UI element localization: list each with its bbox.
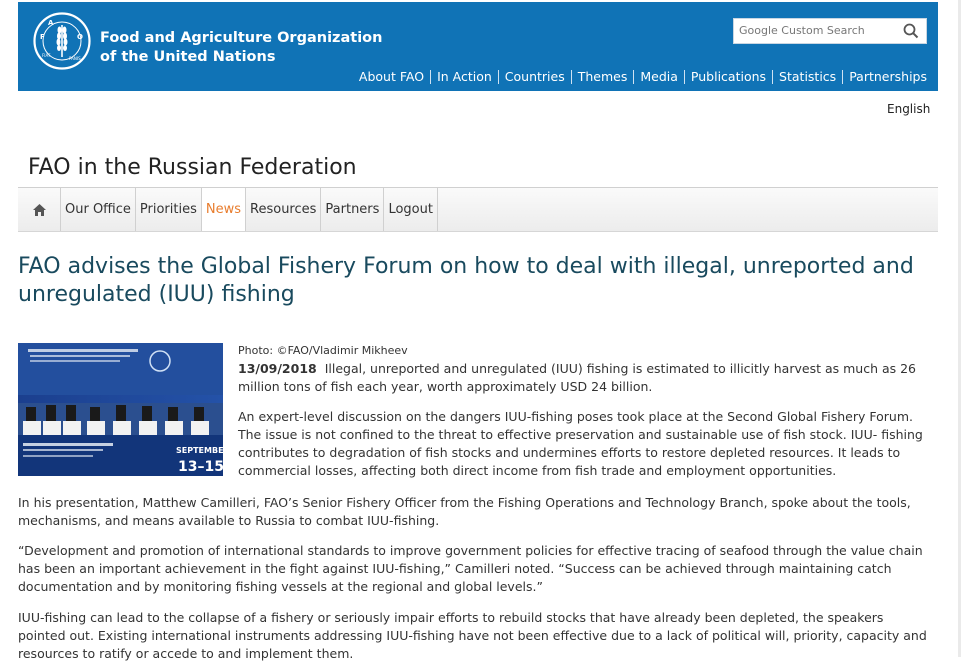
nav-countries[interactable]: Countries xyxy=(497,70,571,84)
article-paragraph-4: “Development and promotion of internatio… xyxy=(18,543,923,594)
svg-text:FIAT: FIAT xyxy=(42,53,51,58)
article-paragraph-1: 13/09/2018 Illegal, unreported and unregu… xyxy=(238,360,928,396)
svg-text:F: F xyxy=(40,33,45,41)
svg-text:O: O xyxy=(77,33,83,41)
search-box xyxy=(733,18,927,44)
fao-logo-icon[interactable]: F A O FIAT PANIS xyxy=(33,12,91,70)
org-name-line1: Food and Agriculture Organization xyxy=(100,30,383,46)
subnav-our-office[interactable]: Our Office xyxy=(61,188,136,231)
language-selector[interactable]: English xyxy=(887,102,930,116)
article-paragraph-3: In his presentation, Matthew Camilleri, … xyxy=(18,495,911,528)
search-input[interactable] xyxy=(734,19,899,43)
home-button[interactable] xyxy=(18,188,61,231)
svg-text:A: A xyxy=(48,19,54,27)
nav-partnerships[interactable]: Partnerships xyxy=(842,70,927,84)
organization-name[interactable]: Food and Agriculture Organization of the… xyxy=(100,29,382,67)
search-icon[interactable] xyxy=(902,22,920,40)
svg-text:SEPTEMBER: SEPTEMBER xyxy=(176,446,223,455)
nav-media[interactable]: Media xyxy=(633,70,684,84)
nav-in-action[interactable]: In Action xyxy=(430,70,498,84)
top-navigation: About FAO In Action Countries Themes Med… xyxy=(353,70,927,84)
subnav-news[interactable]: News xyxy=(201,188,247,231)
org-name-line2: of the United Nations xyxy=(100,49,276,65)
paragraph-1-text: Illegal, unreported and unregulated (IUU… xyxy=(238,361,917,394)
article-photo: SEPTEMBER 13–15 xyxy=(18,343,223,476)
article-paragraph-5: IUU-fishing can lead to the collapse of … xyxy=(18,610,927,661)
nav-statistics[interactable]: Statistics xyxy=(772,70,842,84)
photo-credit: Photo: ©FAO/Vladimir Mikheev xyxy=(238,344,408,357)
svg-text:13–15: 13–15 xyxy=(178,459,223,475)
nav-themes[interactable]: Themes xyxy=(570,70,634,84)
article-title: FAO advises the Global Fishery Forum on … xyxy=(18,254,914,307)
article-paragraph-2: An expert-level discussion on the danger… xyxy=(238,409,923,478)
home-icon xyxy=(32,203,46,216)
site-title[interactable]: FAO in the Russian Federation xyxy=(28,155,357,180)
nav-about-fao[interactable]: About FAO xyxy=(353,70,430,84)
conference-photo: SEPTEMBER 13–15 xyxy=(18,343,223,476)
subnav-resources[interactable]: Resources xyxy=(246,188,322,231)
article-date: 13/09/2018 xyxy=(238,361,317,376)
header-banner: F A O FIAT PANIS Food and Agriculture Or… xyxy=(18,2,938,91)
nav-publications[interactable]: Publications xyxy=(683,70,772,84)
svg-text:PANIS: PANIS xyxy=(69,56,81,61)
sub-navigation: Our Office Priorities News Resources Par… xyxy=(18,187,938,232)
subnav-logout[interactable]: Logout xyxy=(384,188,438,231)
subnav-partners[interactable]: Partners xyxy=(321,188,385,231)
subnav-priorities[interactable]: Priorities xyxy=(136,188,202,231)
